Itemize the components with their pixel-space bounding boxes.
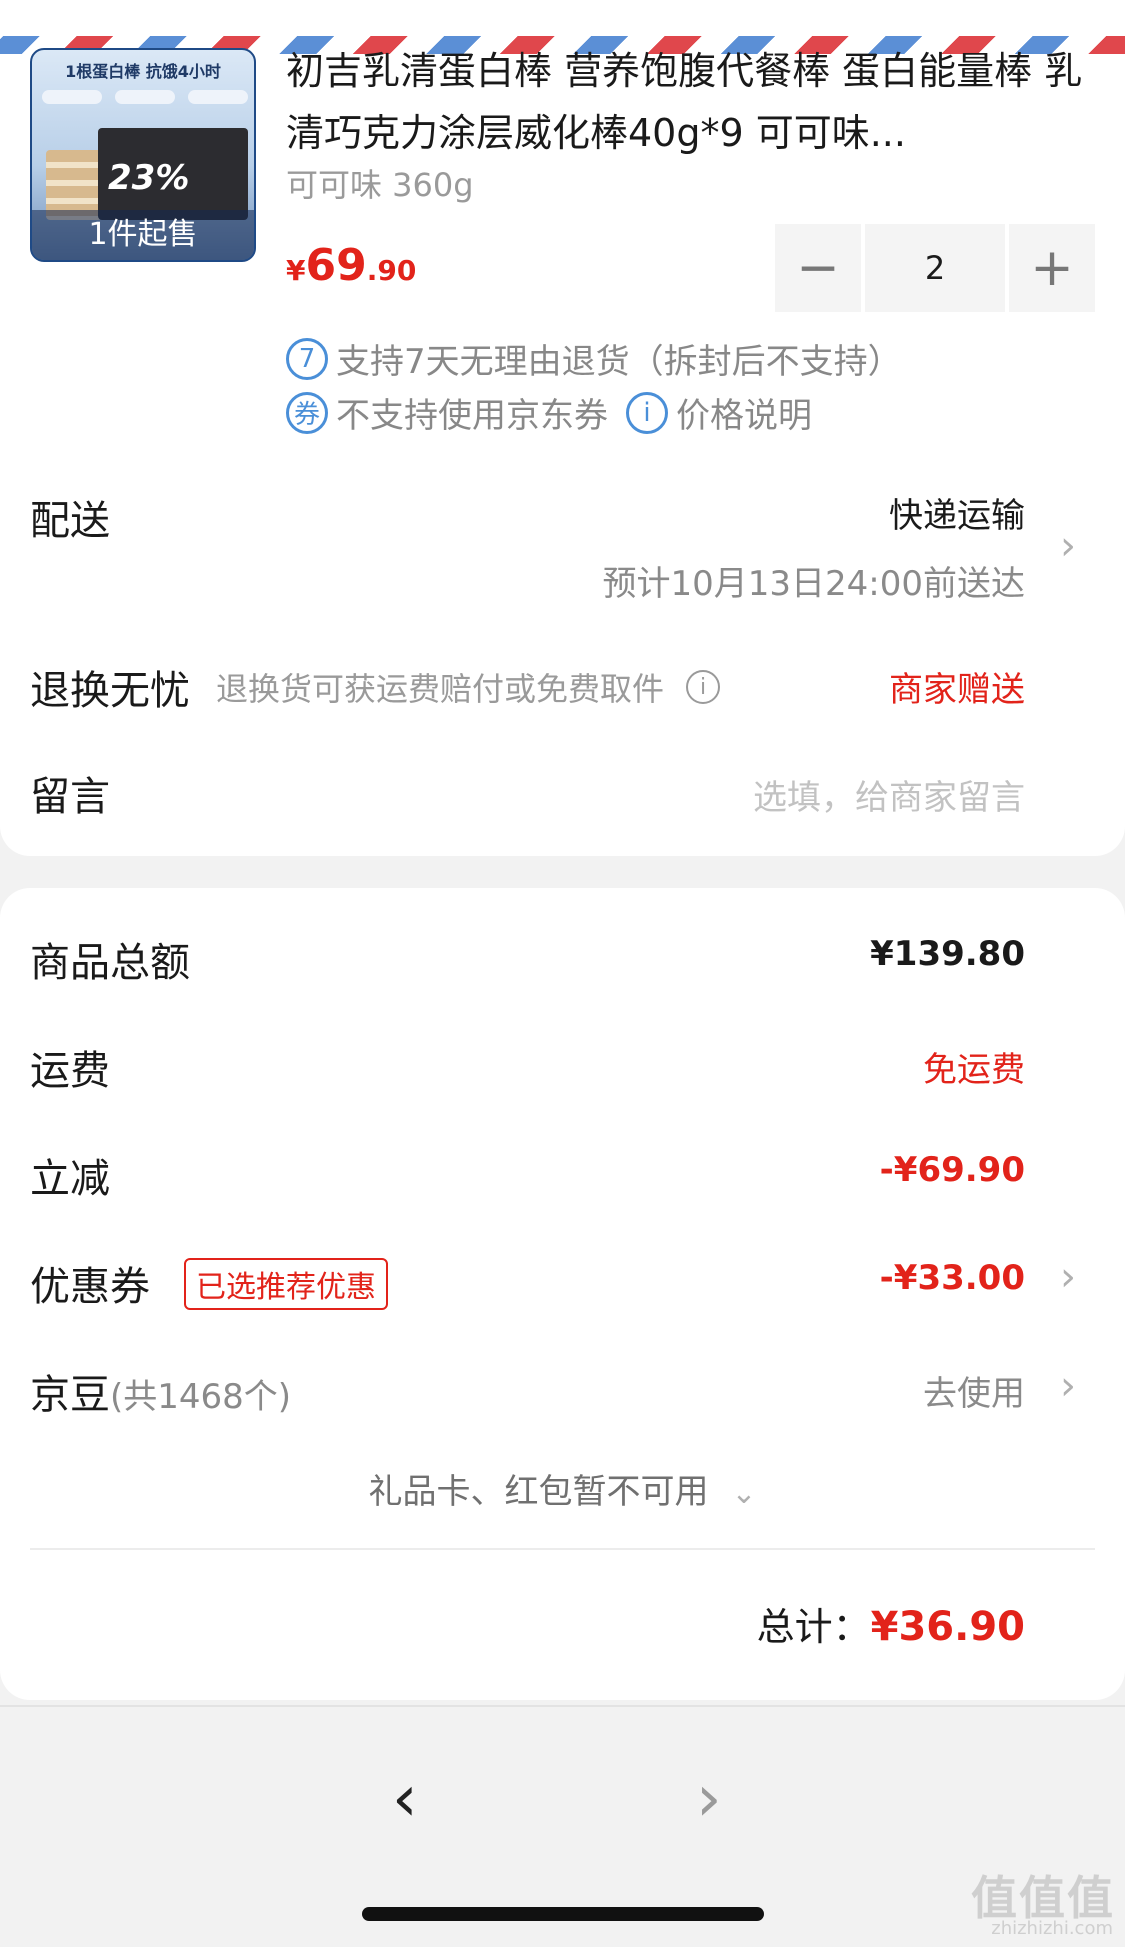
return-service-label: 退换无忧	[30, 668, 190, 714]
increase-quantity-button[interactable]: +	[1009, 224, 1095, 312]
product-price: ¥69.90	[286, 240, 416, 291]
return-policy-note: 7 支持7天无理由退货（拆封后不支持）	[286, 334, 902, 383]
discount-value: -¥69.90	[879, 1150, 1025, 1190]
thumbnail-feature-badges	[42, 90, 248, 110]
price-currency: ¥	[286, 254, 306, 287]
coupon-label: 优惠券	[30, 1264, 150, 1310]
goods-total-value: ¥139.80	[870, 934, 1025, 974]
jd-bean-label-text: 京豆	[30, 1372, 110, 1418]
min-purchase-overlay: 1件起售	[32, 210, 254, 260]
coupon-policy-note: 券 不支持使用京东券 i 价格说明	[286, 388, 812, 437]
coupon-value[interactable]: -¥33.00	[880, 1258, 1025, 1298]
delivery-method[interactable]: 快递运输	[889, 488, 1025, 537]
return-policy-text: 支持7天无理由退货（拆封后不支持）	[336, 342, 902, 382]
discount-label: 立减	[30, 1156, 110, 1202]
price-integer: 69	[305, 240, 367, 291]
product-thumbnail[interactable]: 1根蛋白棒 抗饿4小时 23% 1件起售	[30, 48, 256, 262]
product-spec[interactable]: 可可味 360g	[286, 160, 474, 206]
shipping-label: 运费	[30, 1048, 110, 1094]
watermark-url: zhizhizhi.com	[991, 1918, 1113, 1939]
delivery-label: 配送	[30, 498, 110, 544]
giftcard-note: 礼品卡、红包暂不可用	[368, 1472, 709, 1512]
price-decimal: .90	[366, 254, 417, 287]
message-label: 留言	[30, 774, 110, 820]
info-icon[interactable]: i	[626, 391, 668, 434]
quantity-input[interactable]: 2	[865, 224, 1005, 312]
giftcard-toggle[interactable]: 礼品卡、红包暂不可用 ⌄	[0, 1464, 1125, 1513]
delivery-chevron-icon[interactable]: ›	[1053, 526, 1083, 566]
product-box-image: 23%	[98, 128, 248, 220]
jd-bean-label: 京豆(共1468个)	[30, 1362, 291, 1420]
return-service-value[interactable]: 商家赠送	[889, 662, 1025, 711]
jd-bean-use-button[interactable]: 去使用	[923, 1366, 1025, 1415]
seven-day-return-icon: 7	[286, 337, 328, 380]
quantity-stepper: − 2 +	[775, 224, 1095, 312]
jd-bean-chevron-icon[interactable]: ›	[1053, 1366, 1083, 1406]
message-input[interactable]: 选填，给商家留言	[753, 770, 1025, 819]
order-total: 总计： ¥36.90	[757, 1596, 1025, 1651]
forward-arrow-icon[interactable]: ›	[696, 1767, 722, 1831]
chevron-down-icon: ⌄	[731, 1476, 757, 1511]
return-service-desc: 退换货可获运费赔付或免费取件 i	[216, 664, 721, 710]
thumbnail-banner-text: 1根蛋白棒 抗饿4小时	[65, 62, 221, 81]
product-title[interactable]: 初吉乳清蛋白棒 营养饱腹代餐棒 蛋白能量棒 乳清巧克力涂层威化棒40g*9 可可…	[286, 40, 1086, 164]
home-indicator[interactable]	[362, 1907, 764, 1921]
delivery-eta[interactable]: 预计10月13日24:00前送达	[602, 556, 1025, 605]
total-label: 总计：	[756, 1605, 871, 1649]
goods-total-label: 商品总额	[30, 940, 190, 986]
back-arrow-icon[interactable]: ‹	[392, 1767, 418, 1831]
no-coupon-icon: 券	[286, 391, 328, 434]
jd-bean-count: (共1468个)	[110, 1377, 292, 1417]
coupon-policy-text: 不支持使用京东券	[336, 396, 608, 436]
return-service-desc-text: 退换货可获运费赔付或免费取件	[216, 670, 665, 708]
coupon-chevron-icon[interactable]: ›	[1053, 1257, 1083, 1297]
product-box-text: 23%	[108, 158, 190, 198]
total-value: ¥36.90	[870, 1604, 1025, 1650]
price-info-link[interactable]: 价格说明	[676, 388, 812, 437]
coupon-recommended-tag: 已选推荐优惠	[184, 1258, 388, 1310]
summary-divider	[30, 1548, 1095, 1550]
shipping-value: 免运费	[923, 1050, 1025, 1090]
return-service-info-icon[interactable]: i	[686, 670, 721, 704]
decrease-quantity-button[interactable]: −	[775, 224, 861, 312]
